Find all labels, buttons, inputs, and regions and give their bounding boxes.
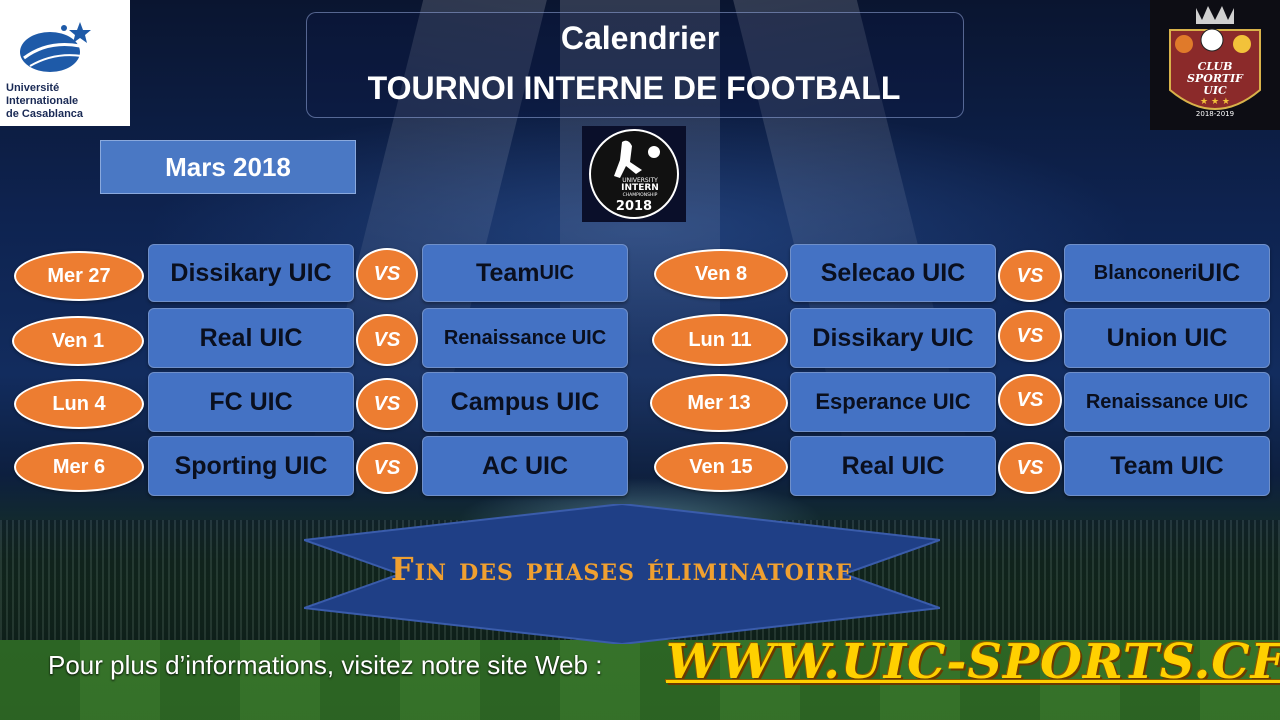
vs-badge: VS xyxy=(998,442,1062,494)
away-team: Union UIC xyxy=(1064,308,1270,368)
away-team: Campus UIC xyxy=(422,372,628,432)
match-date: Ven 1 xyxy=(12,316,144,366)
championship-emblem-icon: UNIVERSITY INTERN CHAMPIONSHIP 2018 xyxy=(589,129,679,219)
banner-text: Fin des phases éliminatoire xyxy=(390,550,854,588)
match-date: Ven 8 xyxy=(654,249,788,299)
home-team: FC UIC xyxy=(148,372,354,432)
club-years: 2018-2019 xyxy=(1196,110,1234,118)
month-label: Mars 2018 xyxy=(100,140,356,194)
away-team-name: Blanconeri xyxy=(1093,261,1198,284)
away-team-name: Campus UIC xyxy=(450,387,600,416)
home-team: Selecao UIC xyxy=(790,244,996,302)
match-date: Mer 6 xyxy=(14,442,144,492)
away-team-name: Renaissance UIC xyxy=(1085,390,1249,413)
away-team-name: Team xyxy=(476,258,540,287)
away-team: AC UIC xyxy=(422,436,628,496)
home-team: Real UIC xyxy=(148,308,354,368)
website-link[interactable]: WWW.UIC-SPORTS.CF xyxy=(666,634,1280,690)
match-date: Mer 13 xyxy=(650,374,788,432)
page-title: Calendrier xyxy=(560,20,720,56)
home-team: Dissikary UIC xyxy=(148,244,354,302)
away-team-name: AC UIC xyxy=(481,451,569,480)
away-team-name: Union UIC xyxy=(1106,323,1228,352)
home-team: Sporting UIC xyxy=(148,436,354,496)
away-team-name: Team UIC xyxy=(1110,451,1224,480)
match-date: Ven 15 xyxy=(654,442,788,492)
match-date: Lun 4 xyxy=(14,379,144,429)
away-team: Team UIC xyxy=(1064,436,1270,496)
vs-badge: VS xyxy=(998,310,1062,362)
away-team: Blanconeri UIC xyxy=(1064,244,1270,302)
home-team: Dissikary UIC xyxy=(790,308,996,368)
home-team: Esperance UIC xyxy=(790,372,996,432)
vs-badge: VS xyxy=(998,250,1062,302)
away-team-name: Renaissance UIC xyxy=(443,326,607,349)
vs-badge: VS xyxy=(356,248,418,300)
page-subtitle: TOURNOI INTERNE DE FOOTBALL xyxy=(367,70,901,106)
match-date: Mer 27 xyxy=(14,251,144,301)
match-date: Lun 11 xyxy=(652,314,788,366)
championship-line3: CHAMPIONSHIP xyxy=(623,192,658,198)
championship-logo: UNIVERSITY INTERN CHAMPIONSHIP 2018 xyxy=(582,126,686,222)
championship-year: 2018 xyxy=(616,199,652,214)
uic-logo: Université Internationale de Casablanca xyxy=(0,0,130,126)
championship-line2: INTERN xyxy=(621,183,659,193)
vs-badge: VS xyxy=(356,378,418,430)
away-team: Renaissance UIC xyxy=(1064,372,1270,432)
away-team-suffix: UIC xyxy=(1197,258,1241,287)
away-team: Renaissance UIC xyxy=(422,308,628,368)
away-team: Team UIC xyxy=(422,244,628,302)
uic-caption-line2: de Casablanca xyxy=(6,108,84,120)
vs-badge: VS xyxy=(998,374,1062,426)
away-team-suffix: UIC xyxy=(539,261,574,284)
vs-badge: VS xyxy=(356,314,418,366)
home-team: Real UIC xyxy=(790,436,996,496)
footer-text: Pour plus d’informations, visitez notre … xyxy=(48,650,603,680)
vs-badge: VS xyxy=(356,442,418,494)
